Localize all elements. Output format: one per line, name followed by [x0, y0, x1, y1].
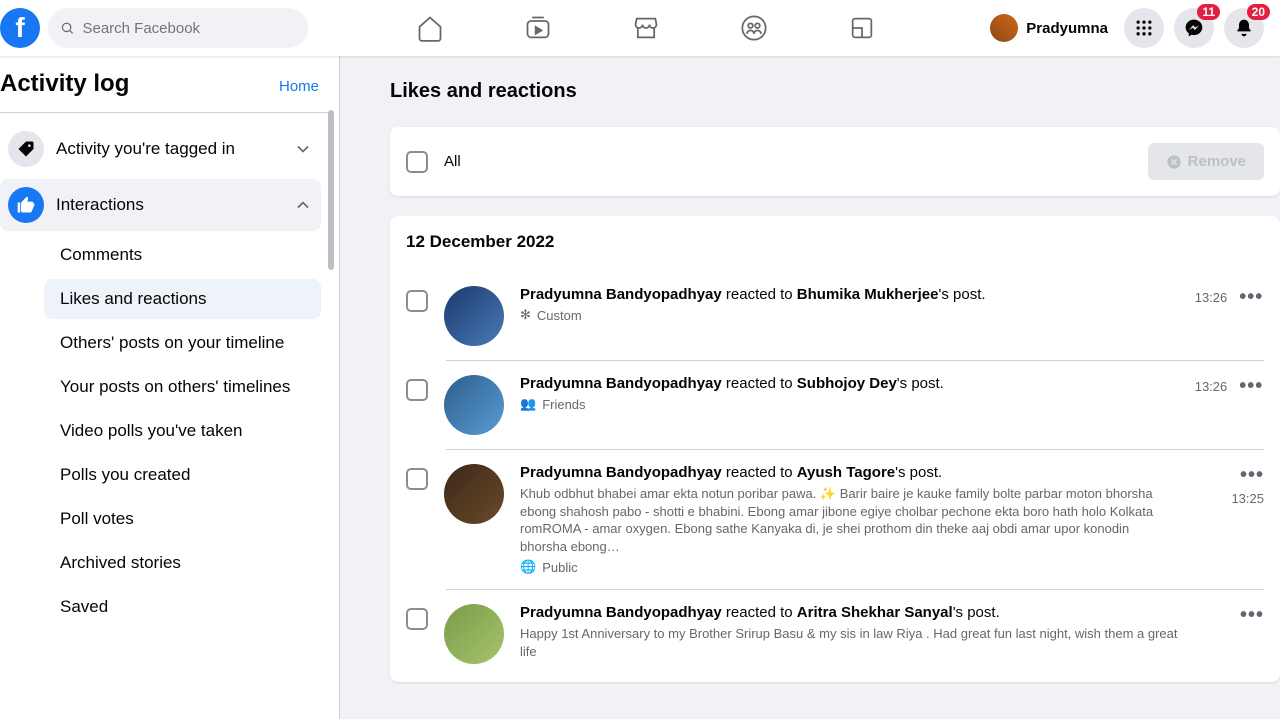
privacy-icon: 👥	[520, 396, 536, 412]
activity-list-card: 12 December 2022 Pradyumna Bandyopadhyay…	[390, 216, 1280, 682]
log-item-trailing: 13:26 •••	[1194, 286, 1264, 309]
privacy-indicator: 👥Friends	[520, 396, 1178, 412]
more-options-icon[interactable]: •••	[1239, 286, 1263, 309]
groups-icon[interactable]	[740, 14, 768, 42]
log-body: Pradyumna Bandyopadhyay reacted to Bhumi…	[520, 286, 1178, 323]
more-options-icon[interactable]: •••	[1239, 375, 1263, 398]
sub-item-your-posts[interactable]: Your posts on others' timelines	[44, 367, 321, 407]
bulk-action-card: All Remove	[390, 127, 1280, 196]
facebook-logo[interactable]: f	[0, 8, 40, 48]
log-item: Pradyumna Bandyopadhyay reacted to Bhumi…	[446, 272, 1264, 361]
user-name-label: Pradyumna	[1026, 20, 1108, 37]
log-time: 13:26	[1195, 290, 1228, 305]
log-item: Pradyumna Bandyopadhyay reacted to Aritr…	[446, 590, 1264, 678]
log-snippet: Khub odbhut bhabei amar ekta notun porib…	[520, 485, 1178, 555]
log-item-trailing: •••	[1194, 604, 1264, 627]
log-item: Pradyumna Bandyopadhyay reacted to Ayush…	[446, 450, 1264, 590]
sub-item-others-posts[interactable]: Others' posts on your timeline	[44, 323, 321, 363]
interactions-sublist: Comments Likes and reactions Others' pos…	[14, 235, 329, 627]
sidebar: Activity log Home Activity you're tagged…	[0, 56, 340, 719]
log-headline: Pradyumna Bandyopadhyay reacted to Bhumi…	[520, 286, 1178, 303]
log-body: Pradyumna Bandyopadhyay reacted to Subho…	[520, 375, 1178, 412]
avatar[interactable]	[444, 464, 504, 524]
privacy-indicator: 🌐Public	[520, 559, 1178, 575]
avatar	[990, 14, 1018, 42]
item-checkbox[interactable]	[406, 468, 428, 490]
remove-icon	[1166, 154, 1182, 170]
search-icon	[60, 20, 74, 36]
avatar[interactable]	[444, 604, 504, 664]
date-header: 12 December 2022	[406, 232, 1264, 252]
messenger-button[interactable]: 11	[1174, 8, 1214, 48]
sub-item-likes[interactable]: Likes and reactions	[44, 279, 321, 319]
log-item-trailing: ••• 13:25	[1194, 464, 1264, 506]
sidebar-item-tagged[interactable]: Activity you're tagged in	[0, 123, 321, 175]
profile-chip[interactable]: Pradyumna	[984, 10, 1114, 46]
all-label: All	[444, 153, 461, 170]
more-options-icon[interactable]: •••	[1240, 604, 1264, 627]
log-headline: Pradyumna Bandyopadhyay reacted to Ayush…	[520, 464, 1178, 481]
select-all-checkbox[interactable]	[406, 151, 428, 173]
log-time: 13:25	[1231, 491, 1264, 506]
home-link[interactable]: Home	[279, 78, 319, 95]
page-title: Likes and reactions	[390, 80, 1280, 103]
notifications-badge: 20	[1247, 4, 1270, 20]
log-headline: Pradyumna Bandyopadhyay reacted to Aritr…	[520, 604, 1178, 621]
sidebar-label: Activity you're tagged in	[56, 139, 281, 159]
sub-item-poll-votes[interactable]: Poll votes	[44, 499, 321, 539]
privacy-icon: 🌐	[520, 559, 536, 575]
log-item: Pradyumna Bandyopadhyay reacted to Subho…	[446, 361, 1264, 450]
avatar[interactable]	[444, 286, 504, 346]
main-content: Likes and reactions All Remove 12 Decemb…	[340, 0, 1280, 682]
more-options-icon[interactable]: •••	[1240, 464, 1264, 487]
home-icon[interactable]	[416, 14, 444, 42]
tag-icon	[8, 131, 44, 167]
log-body: Pradyumna Bandyopadhyay reacted to Ayush…	[520, 464, 1178, 575]
bell-icon	[1234, 18, 1254, 38]
privacy-indicator: ✻Custom	[520, 307, 1178, 323]
menu-button[interactable]	[1124, 8, 1164, 48]
watch-icon[interactable]	[524, 14, 552, 42]
messenger-badge: 11	[1197, 4, 1220, 20]
log-item-trailing: 13:26 •••	[1194, 375, 1264, 398]
header-center-nav	[308, 14, 984, 42]
sub-item-saved[interactable]: Saved	[44, 587, 321, 627]
sidebar-label: Interactions	[56, 195, 281, 215]
sidebar-item-interactions[interactable]: Interactions	[0, 179, 321, 231]
notifications-button[interactable]: 20	[1224, 8, 1264, 48]
item-checkbox[interactable]	[406, 379, 428, 401]
sub-item-comments[interactable]: Comments	[44, 235, 321, 275]
like-icon	[8, 187, 44, 223]
avatar[interactable]	[444, 375, 504, 435]
remove-button[interactable]: Remove	[1148, 143, 1264, 180]
log-time: 13:26	[1195, 379, 1228, 394]
log-headline: Pradyumna Bandyopadhyay reacted to Subho…	[520, 375, 1178, 392]
item-checkbox[interactable]	[406, 290, 428, 312]
chevron-down-icon	[293, 139, 313, 159]
search-box[interactable]	[48, 8, 308, 48]
search-input[interactable]	[82, 20, 296, 37]
messenger-icon	[1184, 18, 1204, 38]
chevron-up-icon	[293, 195, 313, 215]
log-body: Pradyumna Bandyopadhyay reacted to Aritr…	[520, 604, 1178, 664]
grid-icon	[1134, 18, 1154, 38]
marketplace-icon[interactable]	[632, 14, 660, 42]
item-checkbox[interactable]	[406, 608, 428, 630]
sub-item-archived[interactable]: Archived stories	[44, 543, 321, 583]
scrollbar-thumb[interactable]	[328, 110, 334, 270]
gaming-icon[interactable]	[848, 14, 876, 42]
header-right: Pradyumna 11 20	[984, 8, 1264, 48]
sidebar-title: Activity log	[0, 70, 129, 98]
privacy-icon: ✻	[520, 307, 531, 323]
sidebar-header: Activity log Home	[0, 70, 329, 113]
sub-item-video-polls[interactable]: Video polls you've taken	[44, 411, 321, 451]
log-snippet: Happy 1st Anniversary to my Brother Srir…	[520, 625, 1178, 660]
sidebar-scrollbar[interactable]	[325, 110, 337, 330]
sub-item-polls-created[interactable]: Polls you created	[44, 455, 321, 495]
top-navbar: f Pradyumna 11 20	[0, 0, 1280, 56]
